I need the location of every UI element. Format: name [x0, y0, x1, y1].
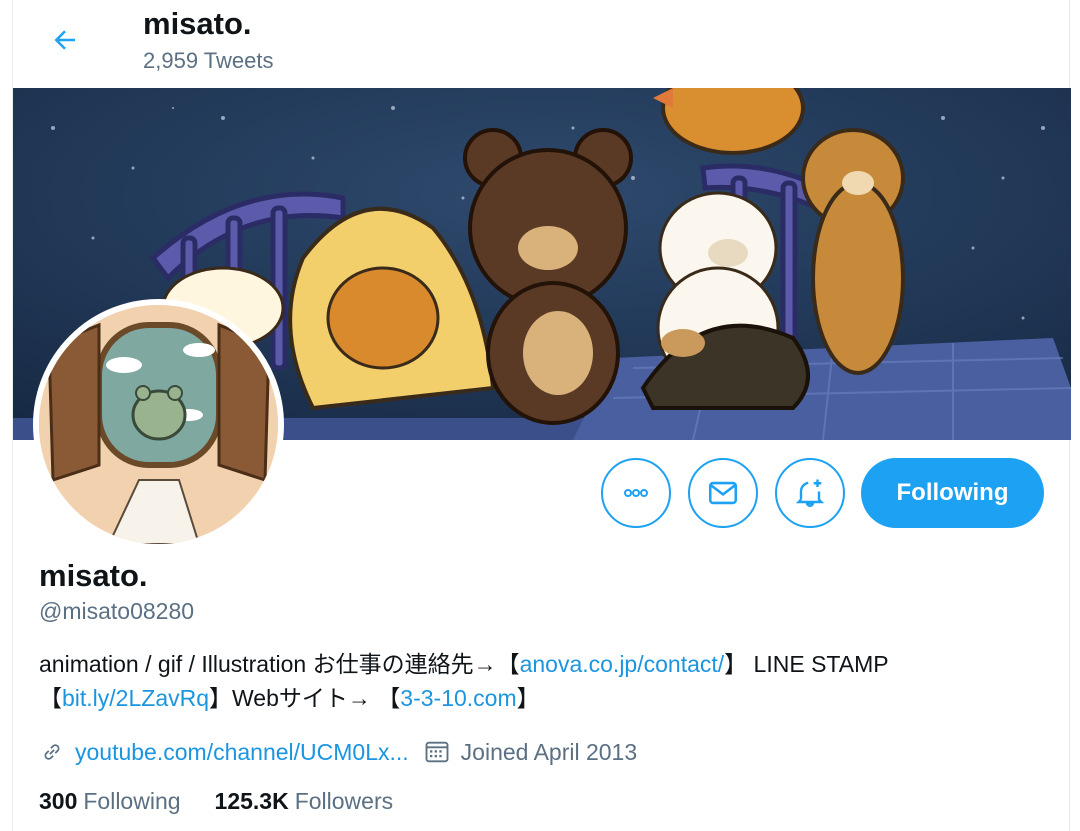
website-item: youtube.com/channel/UCM0Lx...	[39, 739, 409, 766]
link-icon	[44, 744, 60, 760]
following-count: 300	[39, 788, 78, 814]
bio-link-contact[interactable]: anova.co.jp/contact/	[520, 651, 725, 677]
display-name: misato.	[39, 558, 148, 593]
website-link[interactable]: youtube.com/channel/UCM0Lx...	[75, 739, 409, 766]
followers-stat[interactable]: 125.3K Followers	[215, 788, 394, 815]
mail-icon	[708, 481, 738, 505]
bio-text: 】Webサイト→ 【	[209, 685, 401, 711]
user-handle: @misato08280	[39, 598, 195, 624]
profile-header-bar: misato. 2,959 Tweets	[13, 0, 1069, 88]
bio-text: animation / gif / Illustration お仕事の連絡先→【	[39, 651, 520, 677]
profile-meta: youtube.com/channel/UCM0Lx... Joined Apr…	[39, 735, 651, 769]
bio-text: 】	[516, 685, 540, 711]
profile-bio: animation / gif / Illustration お仕事の連絡先→【…	[39, 647, 1049, 715]
followers-label: Followers	[294, 788, 394, 814]
follow-stats: 300 Following 125.3K Followers	[39, 788, 427, 815]
bio-link-website[interactable]: 3-3-10.com	[400, 685, 516, 711]
message-button[interactable]	[688, 458, 758, 528]
following-button[interactable]: Following	[861, 458, 1044, 528]
following-stat[interactable]: 300 Following	[39, 788, 181, 815]
joined-date: Joined April 2013	[460, 738, 638, 765]
header-title: misato.	[143, 6, 252, 41]
back-arrow-icon	[54, 30, 75, 50]
followers-count: 125.3K	[214, 788, 289, 814]
back-button[interactable]	[43, 18, 87, 62]
notifications-button[interactable]	[775, 458, 845, 528]
calendar-icon	[425, 741, 449, 763]
joined-item: Joined April 2013	[423, 738, 637, 766]
following-label: Following	[83, 788, 181, 814]
tweet-count: 2,959 Tweets	[143, 48, 274, 73]
more-icon	[624, 489, 648, 497]
bio-link-line-stamp[interactable]: bit.ly/2LZavRq	[62, 685, 209, 711]
profile-column: misato. 2,959 Tweets Following misato. @…	[12, 0, 1071, 831]
profile-avatar[interactable]	[33, 299, 284, 550]
bell-plus-icon	[795, 479, 825, 507]
more-button[interactable]	[601, 458, 671, 528]
